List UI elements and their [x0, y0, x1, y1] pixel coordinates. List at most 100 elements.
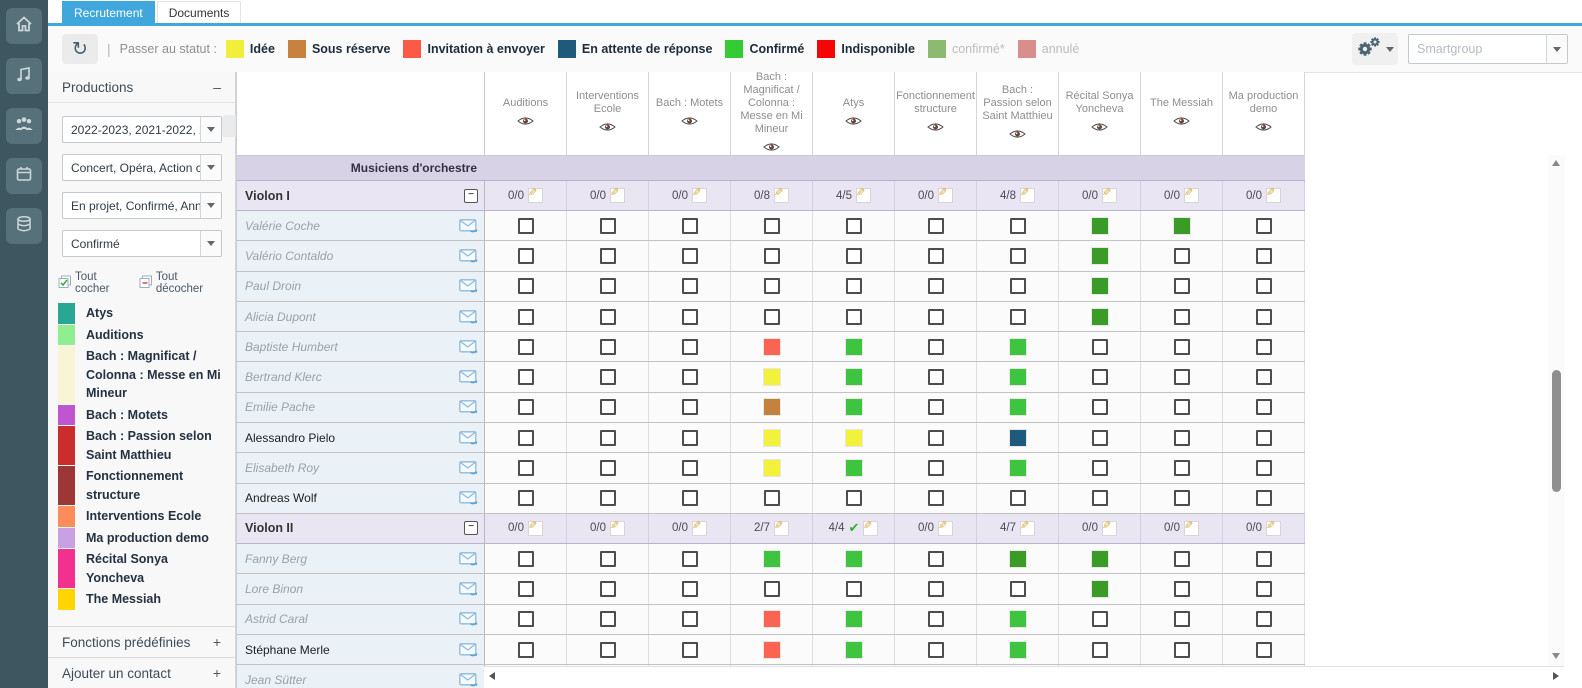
- panel-section-fonctions-pr-d-finies[interactable]: Fonctions prédéfinies+: [48, 626, 235, 657]
- status-square[interactable]: [846, 460, 862, 476]
- status-checkbox[interactable]: [600, 460, 616, 476]
- musician-name-cell[interactable]: Alicia Dupont: [237, 302, 485, 331]
- recruitment-count-cell[interactable]: 0/0✎: [485, 514, 567, 543]
- status-legend-item[interactable]: Confirmé: [725, 40, 804, 58]
- status-checkbox[interactable]: [1174, 611, 1190, 627]
- status-checkbox[interactable]: [928, 309, 944, 325]
- status-checkbox[interactable]: [846, 490, 862, 506]
- eye-icon[interactable]: [517, 113, 534, 131]
- production-legend-item[interactable]: Atys: [58, 303, 225, 324]
- recruitment-count-cell[interactable]: 4/8✎: [977, 181, 1059, 210]
- recruitment-count-cell[interactable]: 2/7✎: [731, 514, 813, 543]
- status-checkbox[interactable]: [1256, 611, 1272, 627]
- status-checkbox[interactable]: [1092, 430, 1108, 446]
- status-legend-item[interactable]: En attente de réponse: [558, 40, 713, 58]
- column-header[interactable]: Interventions Ecole: [567, 72, 649, 155]
- status-checkbox[interactable]: [1256, 248, 1272, 264]
- status-checkbox[interactable]: [682, 490, 698, 506]
- recruitment-count-cell[interactable]: 0/0✎: [649, 181, 731, 210]
- rail-button-music[interactable]: [6, 58, 42, 94]
- status-checkbox[interactable]: [1010, 248, 1026, 264]
- status-checkbox[interactable]: [928, 611, 944, 627]
- status-square[interactable]: [1010, 551, 1026, 567]
- edit-pencil-icon[interactable]: ✎: [774, 188, 789, 203]
- recruitment-count-cell[interactable]: 0/0✎: [895, 514, 977, 543]
- status-checkbox[interactable]: [600, 642, 616, 658]
- recruitment-count-cell[interactable]: 0/0✎: [1141, 514, 1223, 543]
- production-legend-item[interactable]: Fonctionnement structure: [58, 466, 225, 505]
- status-checkbox[interactable]: [518, 278, 534, 294]
- musician-name-cell[interactable]: Fanny Berg: [237, 544, 485, 573]
- status-square[interactable]: [1010, 339, 1026, 355]
- status-square[interactable]: [1010, 399, 1026, 415]
- column-header[interactable]: Auditions: [485, 72, 567, 155]
- status-checkbox[interactable]: [846, 278, 862, 294]
- status-checkbox[interactable]: [518, 248, 534, 264]
- vertical-scrollbar[interactable]: [1548, 155, 1565, 666]
- eye-icon[interactable]: [1173, 113, 1190, 131]
- musician-row[interactable]: Paul Droin: [237, 272, 1305, 302]
- status-legend-item[interactable]: Indisponible: [817, 40, 915, 58]
- musician-name-cell[interactable]: Valério Contaldo: [237, 241, 485, 270]
- status-checkbox[interactable]: [1092, 642, 1108, 658]
- edit-pencil-icon[interactable]: ✎: [856, 188, 871, 203]
- status-checkbox[interactable]: [682, 218, 698, 234]
- eye-icon[interactable]: [1091, 119, 1108, 137]
- mail-icon[interactable]: [459, 279, 478, 293]
- collapse-section-icon[interactable]: −: [464, 189, 478, 203]
- status-checkbox[interactable]: [518, 218, 534, 234]
- musician-name-cell[interactable]: Baptiste Humbert: [237, 332, 485, 361]
- status-legend-item[interactable]: annulé: [1018, 40, 1080, 58]
- status-checkbox[interactable]: [928, 581, 944, 597]
- status-checkbox[interactable]: [1256, 642, 1272, 658]
- status-checkbox[interactable]: [1092, 369, 1108, 385]
- status-checkbox[interactable]: [764, 581, 780, 597]
- eye-icon[interactable]: [1009, 126, 1026, 144]
- status-checkbox[interactable]: [1256, 339, 1272, 355]
- mail-icon[interactable]: [459, 431, 478, 445]
- recruitment-count-cell[interactable]: 0/0✎: [485, 181, 567, 210]
- production-legend-item[interactable]: Récital Sonya Yoncheva: [58, 549, 225, 588]
- edit-pencil-icon[interactable]: ✎: [1184, 521, 1199, 536]
- tab-documents[interactable]: Documents: [157, 1, 242, 24]
- status-checkbox[interactable]: [682, 581, 698, 597]
- status-checkbox[interactable]: [1010, 309, 1026, 325]
- status-checkbox[interactable]: [1256, 278, 1272, 294]
- edit-pencil-icon[interactable]: ✎: [938, 188, 953, 203]
- edit-pencil-icon[interactable]: ✎: [1266, 521, 1281, 536]
- status-checkbox[interactable]: [1174, 430, 1190, 446]
- status-square[interactable]: [764, 611, 780, 627]
- mail-icon[interactable]: [459, 582, 478, 596]
- status-square[interactable]: [1092, 278, 1108, 294]
- status-checkbox[interactable]: [518, 611, 534, 627]
- column-header[interactable]: Bach : Passion selon Saint Matthieu: [977, 72, 1059, 155]
- status-checkbox[interactable]: [518, 490, 534, 506]
- musician-row[interactable]: Bertrand Klerc: [237, 362, 1305, 392]
- filter-select-production-statuses[interactable]: En projet, Confirmé, Annu: [62, 192, 222, 219]
- mail-icon[interactable]: [459, 673, 478, 687]
- production-legend-item[interactable]: The Messiah: [58, 589, 225, 610]
- musician-row[interactable]: Lore Binon: [237, 574, 1305, 604]
- rail-button-calendar[interactable]: [6, 158, 42, 194]
- status-checkbox[interactable]: [846, 248, 862, 264]
- status-checkbox[interactable]: [846, 218, 862, 234]
- status-square[interactable]: [764, 339, 780, 355]
- status-checkbox[interactable]: [928, 430, 944, 446]
- edit-pencil-icon[interactable]: ✎: [1020, 521, 1035, 536]
- mail-icon[interactable]: [459, 310, 478, 324]
- edit-pencil-icon[interactable]: ✎: [610, 188, 625, 203]
- status-checkbox[interactable]: [1010, 581, 1026, 597]
- panel-section-ajouter-un-contact[interactable]: Ajouter un contact+: [48, 657, 235, 688]
- status-square[interactable]: [846, 611, 862, 627]
- edit-pencil-icon[interactable]: ✎: [774, 521, 789, 536]
- status-checkbox[interactable]: [518, 460, 534, 476]
- rail-button-home[interactable]: [6, 8, 42, 44]
- status-square[interactable]: [1010, 642, 1026, 658]
- musician-name-cell[interactable]: Andreas Wolf: [237, 484, 485, 513]
- status-legend-item[interactable]: Invitation à envoyer: [403, 40, 544, 58]
- status-checkbox[interactable]: [600, 248, 616, 264]
- status-square[interactable]: [764, 642, 780, 658]
- status-checkbox[interactable]: [1256, 399, 1272, 415]
- status-checkbox[interactable]: [682, 611, 698, 627]
- musician-name-cell[interactable]: Jean Sütter: [237, 665, 485, 688]
